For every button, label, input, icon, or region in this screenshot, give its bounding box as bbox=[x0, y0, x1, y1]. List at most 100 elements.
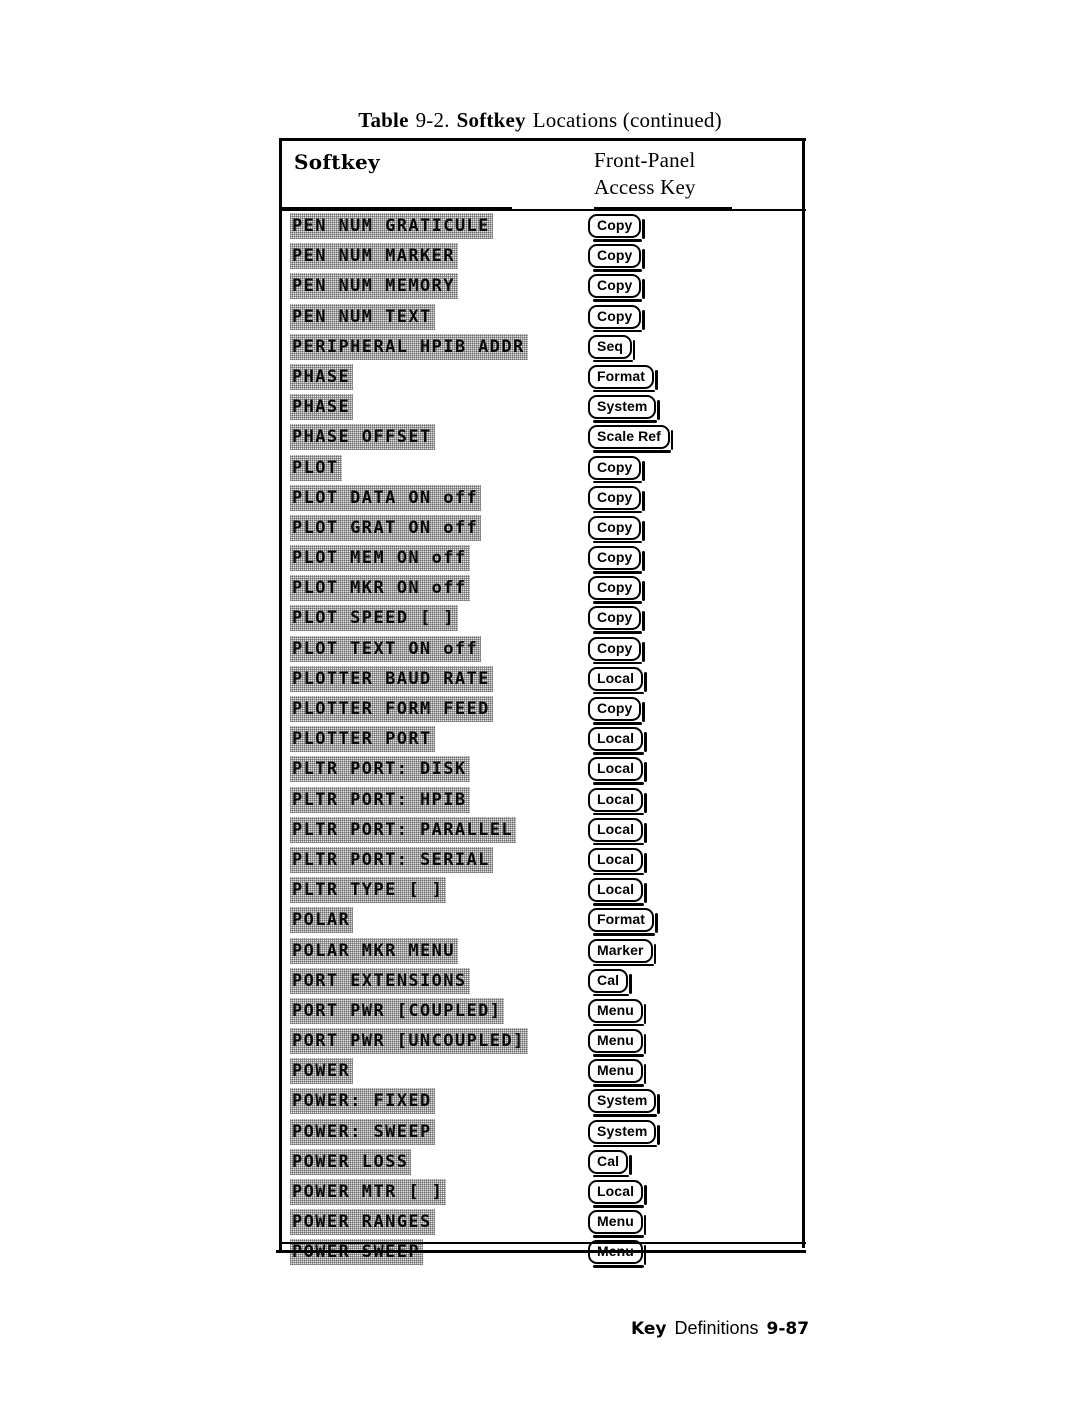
access-key-cell: Local bbox=[588, 817, 647, 846]
column-header-softkey: Softkey bbox=[294, 150, 380, 174]
access-key-cell: Menu bbox=[588, 998, 647, 1027]
access-key-cell: Cal bbox=[588, 1149, 632, 1178]
access-key-cell: Cal bbox=[588, 968, 632, 997]
access-key-cell: Format bbox=[588, 908, 658, 936]
table-row: PLTR PORT: HPIB Local bbox=[276, 785, 806, 816]
table-row: PEN NUM MARKER Copy bbox=[276, 241, 806, 272]
access-key-cell: Local bbox=[588, 787, 647, 816]
access-key-cell: Copy bbox=[588, 606, 646, 634]
front-panel-key-button[interactable]: System bbox=[588, 1089, 661, 1117]
table-row: PLOTTER FORM FEED Copy bbox=[276, 694, 806, 725]
front-panel-key-button[interactable]: System bbox=[588, 395, 661, 423]
front-panel-key-button[interactable]: Local bbox=[588, 817, 647, 846]
table-row: POWER: SWEEP System bbox=[276, 1117, 806, 1148]
softkey-label: POWER bbox=[290, 1058, 353, 1084]
table-row: PORT EXTENSIONS Cal bbox=[276, 966, 806, 997]
front-panel-key-button[interactable]: Local bbox=[588, 847, 647, 876]
front-panel-key-button[interactable]: Scale Ref bbox=[588, 425, 674, 453]
table-row: PLOT Copy bbox=[276, 453, 806, 483]
table-row: PEN NUM MEMORY Copy bbox=[276, 271, 806, 302]
softkey-label: PLOT SPEED [ ] bbox=[290, 605, 458, 631]
front-panel-key-button[interactable]: Local bbox=[588, 727, 647, 755]
front-panel-key-button[interactable]: Copy bbox=[588, 304, 646, 333]
table-row: POLAR MKR MENU Marker bbox=[276, 936, 806, 966]
softkey-label: PEN NUM TEXT bbox=[290, 304, 435, 330]
table-row: PLOTTER PORT Local bbox=[276, 724, 806, 755]
front-panel-key-button[interactable]: Copy bbox=[588, 485, 646, 514]
table-row: POLAR Format bbox=[276, 905, 806, 936]
softkey-label: PHASE bbox=[290, 394, 353, 420]
front-panel-key-button[interactable]: Copy bbox=[588, 214, 646, 242]
access-key-cell: Local bbox=[588, 666, 647, 695]
front-panel-key-button[interactable]: Marker bbox=[588, 938, 656, 966]
front-panel-key-button[interactable]: Copy bbox=[588, 455, 646, 483]
table-row: PLOTTER BAUD RATE Local bbox=[276, 664, 806, 695]
access-key-cell: System bbox=[588, 1119, 661, 1148]
softkey-label: PLOT GRAT ON off bbox=[290, 515, 481, 541]
access-key-cell: Copy bbox=[588, 697, 646, 725]
front-panel-key-button[interactable]: Local bbox=[588, 878, 647, 906]
access-key-cell: Local bbox=[588, 878, 647, 906]
front-panel-key-button[interactable]: Copy bbox=[588, 697, 646, 725]
table-row: POWER: FIXED System bbox=[276, 1086, 806, 1117]
softkey-label: PLOT MKR ON off bbox=[290, 575, 470, 601]
softkey-label: POWER: SWEEP bbox=[290, 1119, 435, 1145]
softkey-label: PEN NUM MARKER bbox=[290, 243, 458, 269]
access-key-cell: Copy bbox=[588, 546, 646, 574]
table-row: PHASE System bbox=[276, 392, 806, 423]
access-key-cell: Local bbox=[588, 727, 647, 755]
softkey-label: PLOT bbox=[290, 455, 342, 481]
table-top-rule bbox=[282, 138, 806, 141]
front-panel-key-button[interactable]: Copy bbox=[588, 515, 646, 544]
front-panel-key-button[interactable]: Copy bbox=[588, 576, 646, 604]
caption-softkey-word: Softkey bbox=[456, 108, 526, 132]
front-panel-key-button[interactable]: Cal bbox=[588, 1149, 632, 1178]
front-panel-key-button[interactable]: Format bbox=[588, 908, 658, 936]
table-row: PLOT TEXT ON off Copy bbox=[276, 634, 806, 665]
softkey-label: PORT PWR [COUPLED] bbox=[290, 998, 504, 1024]
access-key-cell: Copy bbox=[588, 515, 646, 544]
access-key-cell: System bbox=[588, 395, 661, 423]
front-panel-key-button[interactable]: Local bbox=[588, 1180, 647, 1208]
front-panel-key-button[interactable]: Local bbox=[588, 757, 647, 785]
front-panel-key-button[interactable]: Cal bbox=[588, 968, 632, 997]
access-key-cell: Menu bbox=[588, 1029, 647, 1057]
softkey-label: PEN NUM MEMORY bbox=[290, 273, 458, 299]
front-panel-key-button[interactable]: Menu bbox=[588, 1210, 647, 1238]
front-panel-key-button[interactable]: Format bbox=[588, 364, 658, 393]
front-panel-key-button[interactable]: Seq bbox=[588, 334, 636, 363]
softkey-label: PLTR PORT: SERIAL bbox=[290, 847, 493, 873]
access-key-cell: Copy bbox=[588, 576, 646, 604]
front-panel-key-button[interactable]: System bbox=[588, 1119, 661, 1148]
front-panel-key-button[interactable]: Menu bbox=[588, 998, 647, 1027]
softkey-label: POLAR MKR MENU bbox=[290, 938, 458, 964]
front-panel-key-button[interactable]: Menu bbox=[588, 1059, 647, 1087]
table-bottom-rule-outer bbox=[276, 1250, 806, 1253]
softkey-label: PLTR TYPE [ ] bbox=[290, 877, 446, 903]
table-row: POWER RANGES Menu bbox=[276, 1207, 806, 1238]
table-row: POWER Menu bbox=[276, 1056, 806, 1087]
front-panel-key-button[interactable]: Copy bbox=[588, 606, 646, 634]
front-panel-key-button[interactable]: Copy bbox=[588, 636, 646, 665]
front-panel-key-button[interactable]: Menu bbox=[588, 1029, 647, 1057]
softkey-label: PHASE bbox=[290, 364, 353, 390]
table-row: PLTR PORT: DISK Local bbox=[276, 754, 806, 785]
table-row: PERIPHERAL HPIB ADDR Seq bbox=[276, 332, 806, 363]
front-panel-key-button[interactable]: Copy bbox=[588, 546, 646, 574]
front-panel-key-button[interactable]: Copy bbox=[588, 244, 646, 272]
table-row: PLTR PORT: PARALLEL Local bbox=[276, 815, 806, 846]
table-row: PORT PWR [COUPLED] Menu bbox=[276, 996, 806, 1027]
softkey-label: PLOT DATA ON off bbox=[290, 485, 481, 511]
front-panel-key-button[interactable]: Copy bbox=[588, 274, 646, 302]
access-key-cell: Local bbox=[588, 847, 647, 876]
access-key-cell: System bbox=[588, 1089, 661, 1117]
softkey-label: PEN NUM GRATICULE bbox=[290, 213, 493, 239]
access-key-cell: Format bbox=[588, 364, 658, 393]
footer-chapter: Key bbox=[630, 1319, 667, 1339]
table-row: PLTR TYPE [ ] Local bbox=[276, 875, 806, 906]
table-row: POWER MTR [ ] Local bbox=[276, 1177, 806, 1208]
table-row: PLOT DATA ON off Copy bbox=[276, 483, 806, 514]
front-panel-key-button[interactable]: Local bbox=[588, 787, 647, 816]
front-panel-key-button[interactable]: Local bbox=[588, 666, 647, 695]
softkey-label: PLOTTER PORT bbox=[290, 726, 435, 752]
